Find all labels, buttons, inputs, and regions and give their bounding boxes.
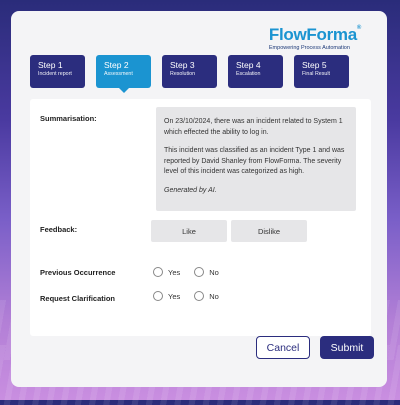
radio-circle-icon[interactable]: [153, 267, 163, 277]
dislike-button[interactable]: Dislike: [231, 220, 307, 242]
flowforma-logo: FlowForma® Empowering Process Automation: [269, 25, 361, 51]
radio-circle-icon[interactable]: [194, 291, 205, 301]
summary-paragraph: On 23/10/2024, there was an incident rel…: [164, 118, 343, 136]
radio-label: No: [209, 291, 219, 301]
step-3-tab[interactable]: Step 3 Resolution: [162, 55, 217, 88]
step-label: Resolution: [170, 71, 196, 77]
step-4-tab[interactable]: Step 4 Escalation: [228, 55, 283, 88]
step-number: Step 3: [170, 60, 195, 70]
radio-circle-icon[interactable]: [194, 267, 205, 277]
logo-name: FlowForma®: [268, 25, 361, 44]
step-number: Step 1: [38, 60, 63, 70]
step-label: Escalation: [236, 71, 261, 77]
step-label: Assessment: [104, 71, 133, 77]
request-clarification-label: Request Clarification: [40, 294, 116, 303]
request-clarification-no-option[interactable]: No: [194, 291, 219, 301]
previous-occurrence-label: Previous Occurrence: [40, 268, 116, 277]
radio-label: Yes: [168, 291, 181, 301]
request-clarification-yes-option[interactable]: Yes: [153, 291, 180, 301]
step-number: Step 4: [236, 60, 261, 70]
like-button[interactable]: Like: [151, 220, 227, 242]
summary-paragraph: This incident was classified as an incid…: [164, 147, 345, 175]
logo-tagline: Empowering Process Automation: [268, 45, 350, 51]
radio-label: Yes: [168, 267, 181, 277]
submit-button[interactable]: Submit: [320, 336, 374, 359]
step-5-tab[interactable]: Step 5 Final Result: [294, 55, 349, 88]
assessment-panel: Summarisation: On 23/10/2024, there was …: [30, 99, 371, 336]
cancel-button[interactable]: Cancel: [256, 336, 310, 359]
step-1-tab[interactable]: Step 1 Incident report: [30, 55, 85, 88]
step-label: Final Result: [302, 71, 330, 77]
previous-occurrence-yes-option[interactable]: Yes: [153, 267, 180, 277]
radio-label: No: [209, 267, 219, 277]
step-number: Step 2: [104, 60, 129, 70]
form-card: FlowForma® Empowering Process Automation…: [11, 11, 387, 387]
radio-circle-icon[interactable]: [153, 291, 163, 301]
ai-summary-box: On 23/10/2024, there was an incident rel…: [156, 107, 356, 211]
ai-generated-note: Generated by AI.: [164, 186, 217, 194]
step-number: Step 5: [302, 60, 327, 70]
request-clarification-radio-group: Yes No: [153, 291, 233, 301]
previous-occurrence-no-option[interactable]: No: [194, 267, 219, 277]
step-label: Incident report: [38, 71, 72, 77]
previous-occurrence-radio-group: Yes No: [153, 267, 233, 277]
summarisation-label: Summarisation:: [40, 114, 97, 123]
active-step-caret-icon: [118, 88, 129, 93]
step-2-tab[interactable]: Step 2 Assessment: [96, 55, 151, 93]
feedback-label: Feedback:: [40, 225, 78, 234]
